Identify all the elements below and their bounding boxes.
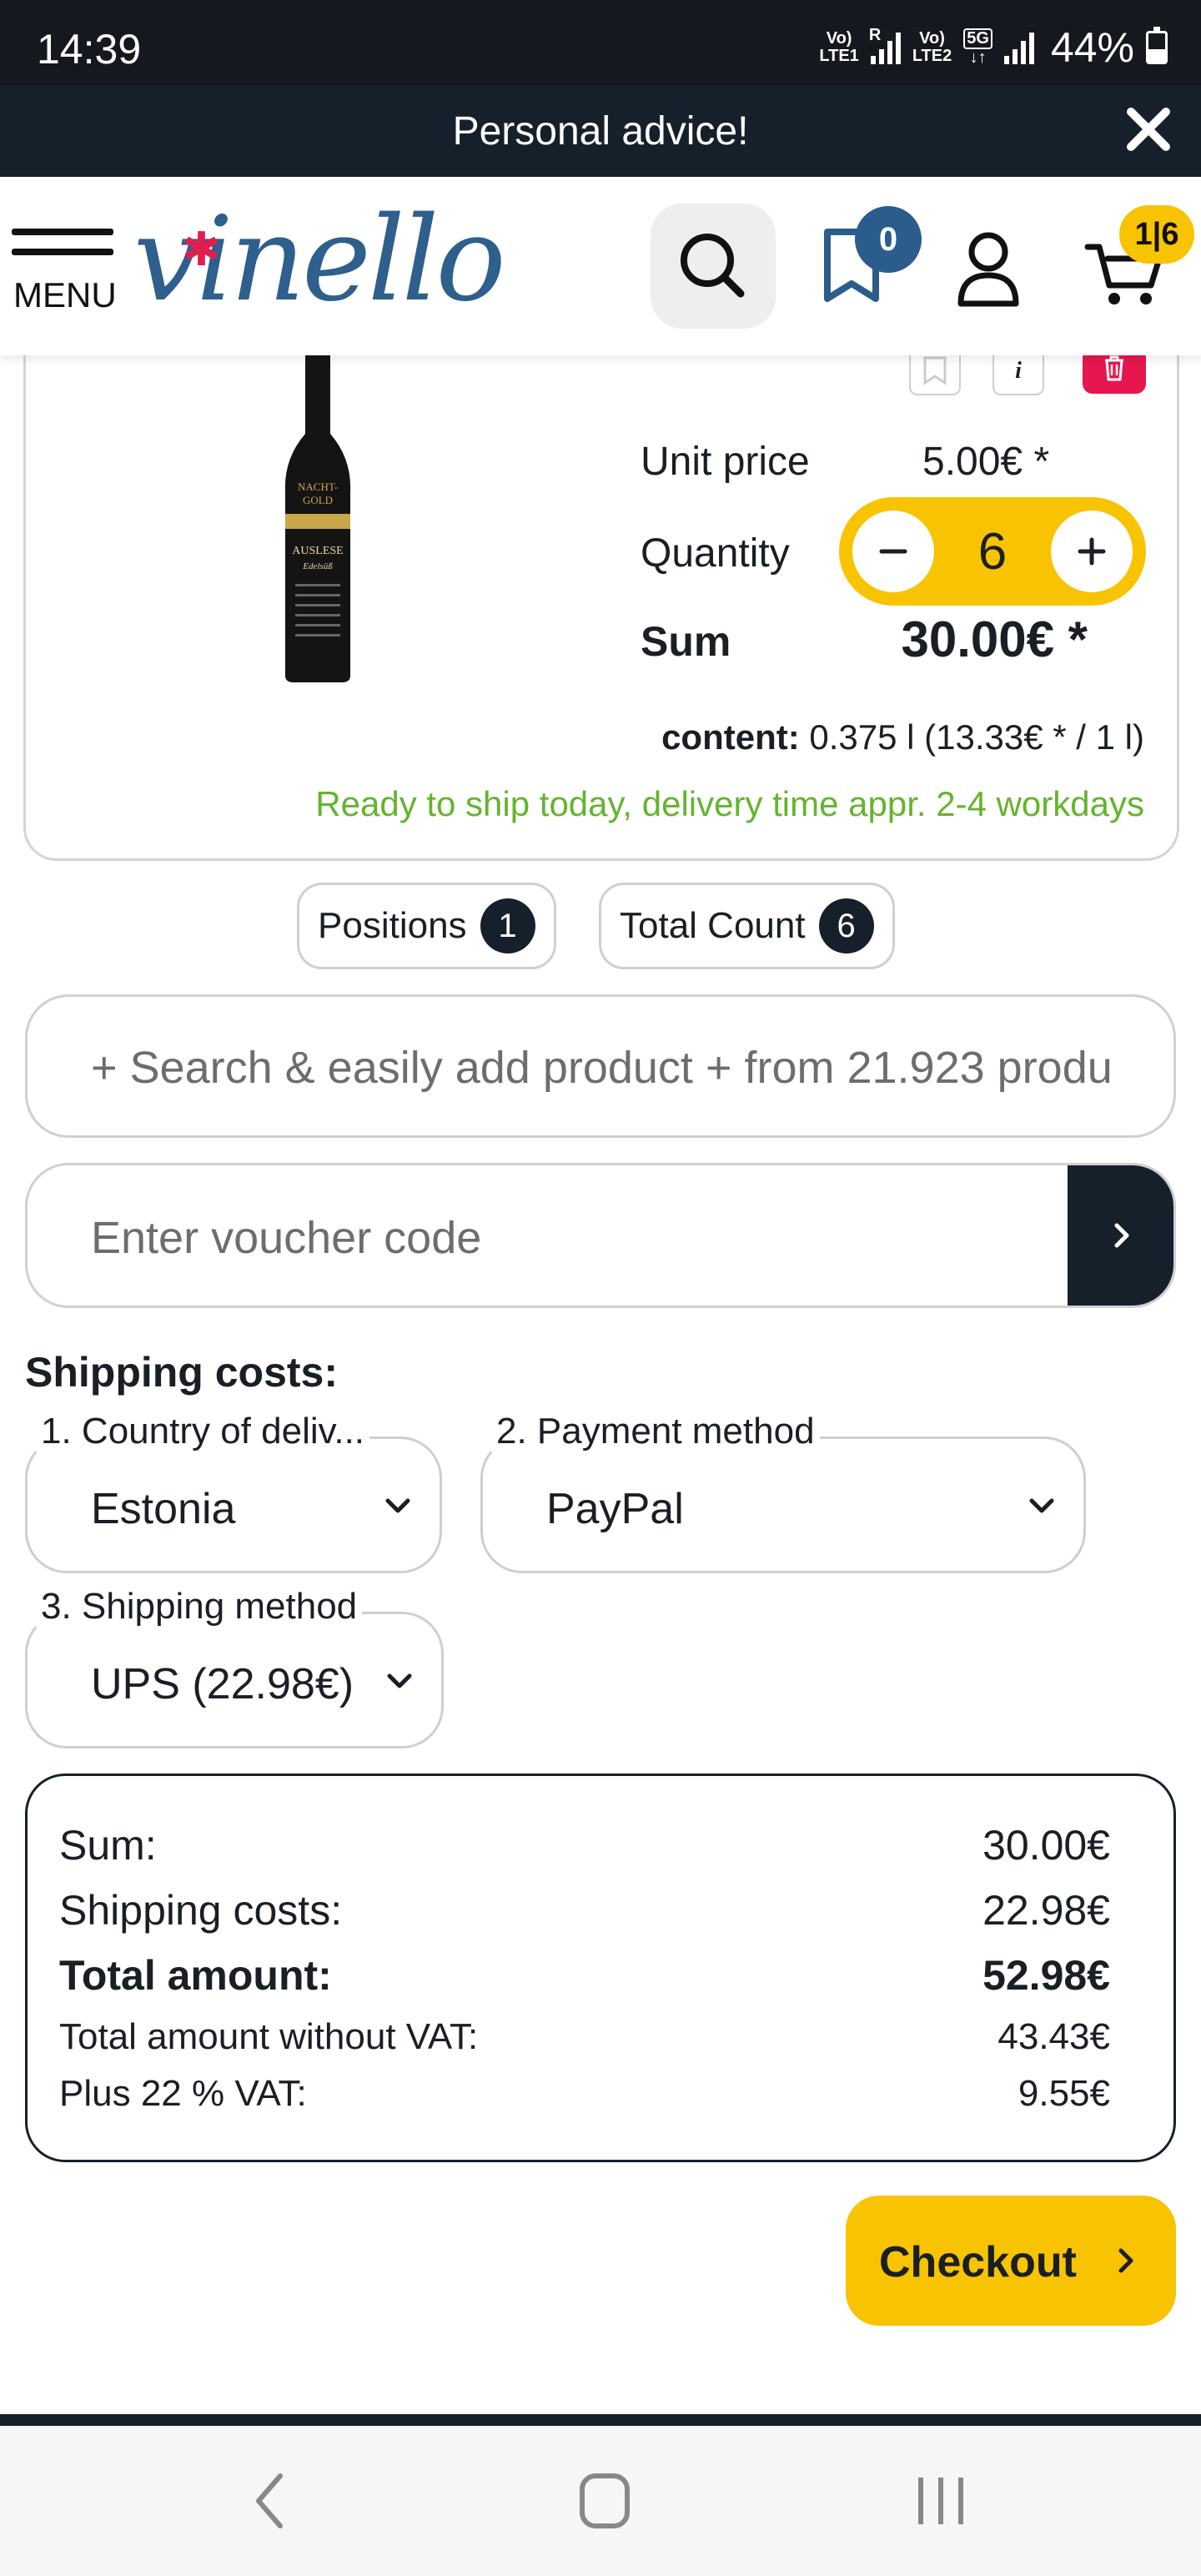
cart-count-badge: 1|6 [1119,205,1194,264]
menu-button[interactable]: MENU [12,229,117,314]
country-select[interactable]: 1. Country of deliv... Estonia [25,1411,442,1573]
shipping-costs-title: Shipping costs: [25,1349,338,1396]
quick-add-search-input[interactable]: + Search & easily add product + from 21.… [25,994,1176,1138]
bottle-label-line-4: Edelsüß [302,561,333,571]
close-icon[interactable] [1121,102,1176,157]
payment-method-value: PayPal [546,1485,684,1533]
user-icon [957,232,1019,307]
item-sum-label: Sum [641,618,731,665]
search-button[interactable] [651,204,776,329]
logo-star-icon: ✱ [182,223,221,277]
increase-quantity-button[interactable] [1051,511,1133,592]
country-select-value: Estonia [91,1485,236,1533]
trash-icon [1105,355,1123,381]
battery-percent: 44% [1050,24,1134,71]
menu-label: MENU [13,275,117,314]
lte1-indicator: Vo) LTE1 [819,29,859,65]
voucher-input[interactable]: Enter voucher code [91,1212,481,1264]
plus-icon [1078,537,1106,566]
system-navigation-bar [0,2426,1201,2576]
voucher-field[interactable]: Enter voucher code [25,1163,1176,1308]
bookmark-outline-icon [923,356,947,385]
unit-price-label: Unit price [641,440,810,484]
site-header: MENU vinello ✱ 0 1|6 [0,177,1201,355]
totals-net-row: Total amount without VAT: 43.43€ [59,2016,1110,2057]
bottle-label-line-3: AUSLESE [292,545,343,557]
battery-icon [1146,27,1168,64]
positions-pill: Positions 1 [297,883,556,969]
delivery-info: Ready to ship today, delivery time appr.… [315,784,1144,823]
quantity-value[interactable]: 6 [951,522,1034,581]
back-icon[interactable] [242,2468,300,2534]
apply-voucher-button[interactable] [1068,1165,1173,1306]
quantity-stepper: 6 [839,497,1146,606]
totals-total-row: Total amount: 52.98€ [59,1952,1110,1999]
footer-edge [0,2414,1201,2426]
chevron-right-icon [1114,1223,1129,1248]
totals-sum-row: Sum: 30.00€ [59,1822,1110,1869]
payment-method-select[interactable]: 2. Payment method PayPal [480,1411,1086,1573]
unit-price-value: 5.00€ * [922,440,1050,484]
chevron-down-icon [1029,1498,1054,1513]
order-totals: Sum: 30.00€ Shipping costs: 22.98€ Total a… [25,1774,1176,2162]
payment-method-label: 2. Payment method [491,1411,820,1452]
home-icon[interactable] [575,2469,634,2533]
svg-text:i: i [1015,358,1022,384]
shipping-method-value: UPS (22.98€) [91,1660,354,1708]
signal-icon-2 [1003,31,1034,64]
checkout-button[interactable]: Checkout [846,2196,1176,2326]
account-button[interactable] [951,227,1026,310]
total-count-badge: 6 [818,898,874,953]
totals-shipping-row: Shipping costs: 22.98€ [59,1887,1110,1934]
checkout-label: Checkout [879,2238,1077,2287]
system-indicators: Vo) LTE1 R Vo) LTE2 5G ↓↑ 44% [819,23,1168,72]
bottle-label-line-1: NACHT- [298,480,338,493]
promo-banner[interactable]: Personal advice! [0,85,1201,177]
search-icon [681,234,745,298]
item-sum-value: 30.00€ * [901,611,1088,667]
vinello-logo[interactable]: vinello ✱ [133,202,506,319]
shipping-method-select[interactable]: 3. Shipping method UPS (22.98€) [25,1586,444,1748]
info-icon: i [1015,358,1022,384]
country-select-label: 1. Country of deliv... [36,1411,370,1452]
chevron-down-icon [385,1498,410,1513]
5g-indicator: 5G ↓↑ [963,28,992,67]
positions-count-badge: 1 [480,898,535,953]
promo-text: Personal advice! [452,109,749,153]
status-bar: 14:39 Vo) LTE1 R Vo) LTE2 5G ↓↑ 44% [0,0,1201,85]
total-count-pill: Total Count 6 [599,883,895,969]
shipping-method-label: 3. Shipping method [36,1586,363,1628]
decrease-quantity-button[interactable] [852,511,934,592]
chevron-down-icon [387,1673,412,1688]
minus-icon [879,549,907,554]
recents-icon[interactable] [909,2469,976,2533]
totals-vat-row: Plus 22 % VAT: 9.55€ [59,2073,1110,2114]
lte2-indicator: Vo) LTE2 [912,29,952,65]
clock: 14:39 [37,26,142,73]
product-image[interactable]: NACHT- GOLD AUSLESE Edelsüß [280,350,355,684]
quantity-label: Quantity [641,531,790,576]
content-info: content: 0.375 l (13.33€ * / 1 l) [661,717,1144,757]
chevron-right-icon [1118,2248,1133,2273]
wishlist-count-badge: 0 [855,206,922,273]
bottle-label-line-2: GOLD [303,494,333,506]
signal-icon: R [869,26,901,64]
